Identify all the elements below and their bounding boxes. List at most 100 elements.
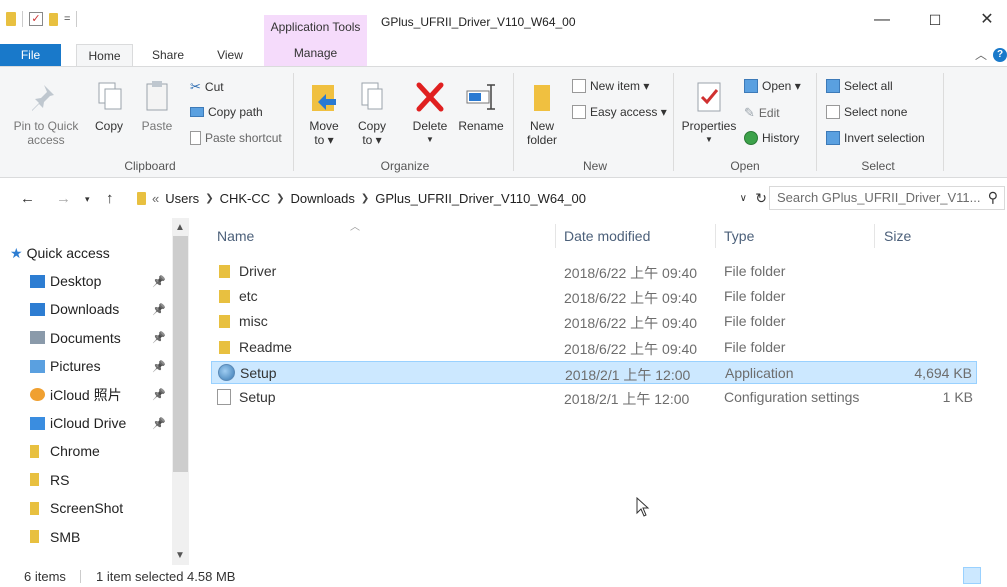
sidebar-item-chrome[interactable]: Chrome	[30, 440, 172, 462]
delete-button[interactable]: Delete ▼	[410, 79, 450, 147]
move-to-button[interactable]: Move to ▾	[304, 79, 344, 147]
copy-button[interactable]: Copy	[91, 79, 127, 133]
scroll-down-icon[interactable]: ▼	[175, 550, 185, 561]
refresh-icon[interactable]: ↻	[755, 190, 767, 207]
desktop-icon	[30, 274, 45, 288]
tab-file[interactable]: File	[0, 44, 61, 66]
scrollbar-thumb[interactable]	[173, 236, 188, 472]
properties-icon	[697, 82, 721, 112]
qat-dropdown-icon[interactable]: =	[64, 13, 70, 25]
folder-icon	[219, 290, 230, 304]
minimize-button[interactable]: —	[862, 8, 902, 32]
pin-icon[interactable]: 📌	[152, 303, 166, 316]
divider[interactable]	[874, 224, 875, 248]
copy-path-button[interactable]: Copy path	[190, 105, 263, 119]
properties-button[interactable]: Properties ▼	[680, 79, 738, 147]
select-none-label: Select none	[844, 105, 908, 119]
table-row[interactable]: misc 2018/6/22 上午 09:40 File folder	[211, 310, 977, 333]
table-row[interactable]: Setup 2018/2/1 上午 12:00 Application 4,694 K…	[211, 360, 977, 384]
breadcrumb-chevron-icon[interactable]: ❯	[205, 193, 213, 204]
history-button[interactable]: History	[744, 131, 799, 145]
sidebar-item-smb[interactable]: SMB	[30, 526, 172, 548]
open-button[interactable]: Open ▾	[744, 79, 801, 93]
history-label: History	[762, 131, 800, 145]
maximize-button[interactable]: ☐	[915, 8, 955, 32]
address-dropdown-icon[interactable]: ∨	[740, 193, 747, 204]
breadcrumb-downloads[interactable]: Downloads	[291, 191, 355, 206]
cut-button[interactable]: ✂ Cut	[190, 79, 224, 95]
large-icons-view-icon[interactable]	[985, 567, 1003, 584]
table-row[interactable]: Readme 2018/6/22 上午 09:40 File folder	[211, 336, 977, 359]
select-all-button[interactable]: Select all	[826, 79, 893, 93]
tab-home[interactable]: Home	[76, 44, 133, 66]
divider[interactable]	[555, 224, 556, 248]
column-header-date-modified[interactable]: Date modified	[564, 228, 650, 244]
new-folder-button[interactable]: New folder	[520, 79, 564, 147]
sidebar-item-screenshot[interactable]: ScreenShot	[30, 497, 172, 519]
breadcrumb-users[interactable]: Users	[165, 191, 199, 206]
pin-to-quick-access-button[interactable]: Pin to Quick access	[10, 79, 82, 147]
sidebar-item-icloud[interactable]: iCloud 照片 📌	[30, 384, 172, 406]
pin-icon[interactable]: 📌	[152, 331, 166, 344]
breadcrumb-chevron-icon[interactable]: ❯	[361, 193, 369, 204]
search-box[interactable]: Search GPlus_UFRII_Driver_V11... ⚲	[769, 186, 1005, 210]
sidebar-item-desktop[interactable]: Desktop 📌	[30, 270, 172, 292]
copy-to-button[interactable]: Copy to ▾	[352, 79, 392, 147]
new-item-button[interactable]: New item ▾	[572, 79, 649, 93]
table-row[interactable]: Driver 2018/6/22 上午 09:40 File folder	[211, 260, 977, 283]
column-header-size[interactable]: Size	[884, 228, 911, 244]
breadcrumb-chk-cc[interactable]: CHK-CC	[220, 191, 271, 206]
sidebar-item-icloud-drive[interactable]: iCloud Drive 📌	[30, 412, 172, 434]
paste-shortcut-button[interactable]: Paste shortcut	[190, 131, 282, 145]
history-icon	[744, 131, 758, 145]
nav-pane-scrollbar[interactable]: ▲ ▼	[172, 218, 189, 565]
sidebar-item-rs[interactable]: RS	[30, 469, 172, 491]
nav-item-quick-access[interactable]: ★ Quick access	[10, 242, 170, 264]
paste-shortcut-label: Paste shortcut	[205, 131, 282, 145]
breadcrumb-overflow[interactable]: «	[152, 191, 159, 206]
divider	[80, 570, 81, 583]
sidebar-item-downloads[interactable]: Downloads 📌	[30, 298, 172, 320]
file-date-modified: 2018/6/22 上午 09:40	[564, 290, 698, 307]
divider[interactable]	[715, 224, 716, 248]
column-header-name[interactable]: Name	[217, 228, 254, 244]
tab-share[interactable]: Share	[146, 44, 190, 66]
column-header-type[interactable]: Type	[724, 228, 754, 244]
scroll-up-icon[interactable]: ▲	[175, 222, 185, 233]
table-row[interactable]: Setup 2018/2/1 上午 12:00 Configuration sett…	[211, 386, 977, 409]
forward-arrow-icon[interactable]: →	[56, 190, 71, 207]
clipboard-group-label: Clipboard	[124, 159, 176, 173]
up-arrow-icon[interactable]: ↑	[106, 190, 114, 207]
recent-locations-icon[interactable]: ▾	[85, 194, 90, 205]
sidebar-item-pictures[interactable]: Pictures 📌	[30, 355, 172, 377]
chevron-down-icon: ▼	[705, 135, 713, 144]
collapse-ribbon-icon[interactable]: ︿	[975, 46, 987, 63]
search-icon[interactable]: ⚲	[988, 189, 998, 206]
pin-icon[interactable]: 📌	[152, 275, 166, 288]
pin-icon[interactable]: 📌	[152, 360, 166, 373]
organize-group-label: Organize	[380, 159, 430, 173]
edit-button[interactable]: ✎ Edit	[744, 105, 780, 121]
file-type: File folder	[724, 313, 786, 330]
details-view-icon[interactable]	[963, 567, 981, 584]
table-row[interactable]: etc 2018/6/22 上午 09:40 File folder	[211, 285, 977, 308]
breadcrumb-current-folder[interactable]: GPlus_UFRII_Driver_V110_W64_00	[375, 191, 586, 206]
sidebar-item-documents[interactable]: Documents 📌	[30, 327, 172, 349]
breadcrumb-chevron-icon[interactable]: ❯	[276, 193, 284, 204]
help-icon[interactable]: ?	[993, 48, 1007, 62]
properties-qat-icon[interactable]: ✓	[29, 12, 43, 26]
rename-button[interactable]: Rename	[456, 79, 506, 133]
tab-manage[interactable]: Manage	[264, 40, 367, 66]
easy-access-button[interactable]: Easy access ▾	[572, 105, 667, 119]
paste-button[interactable]: Paste	[138, 79, 176, 133]
close-button[interactable]: ✕	[967, 8, 1007, 32]
back-arrow-icon[interactable]: ←	[20, 190, 35, 207]
pin-icon[interactable]: 📌	[152, 388, 166, 401]
paste-shortcut-icon	[190, 131, 201, 145]
select-none-button[interactable]: Select none	[826, 105, 907, 119]
new-folder-qat-icon[interactable]	[49, 12, 58, 26]
invert-selection-button[interactable]: Invert selection	[826, 131, 925, 145]
tab-view[interactable]: View	[210, 44, 250, 66]
pin-icon[interactable]: 📌	[152, 417, 166, 430]
address-bar[interactable]: « Users ❯ CHK-CC ❯ Downloads ❯ GPlus_UFR…	[133, 186, 767, 210]
